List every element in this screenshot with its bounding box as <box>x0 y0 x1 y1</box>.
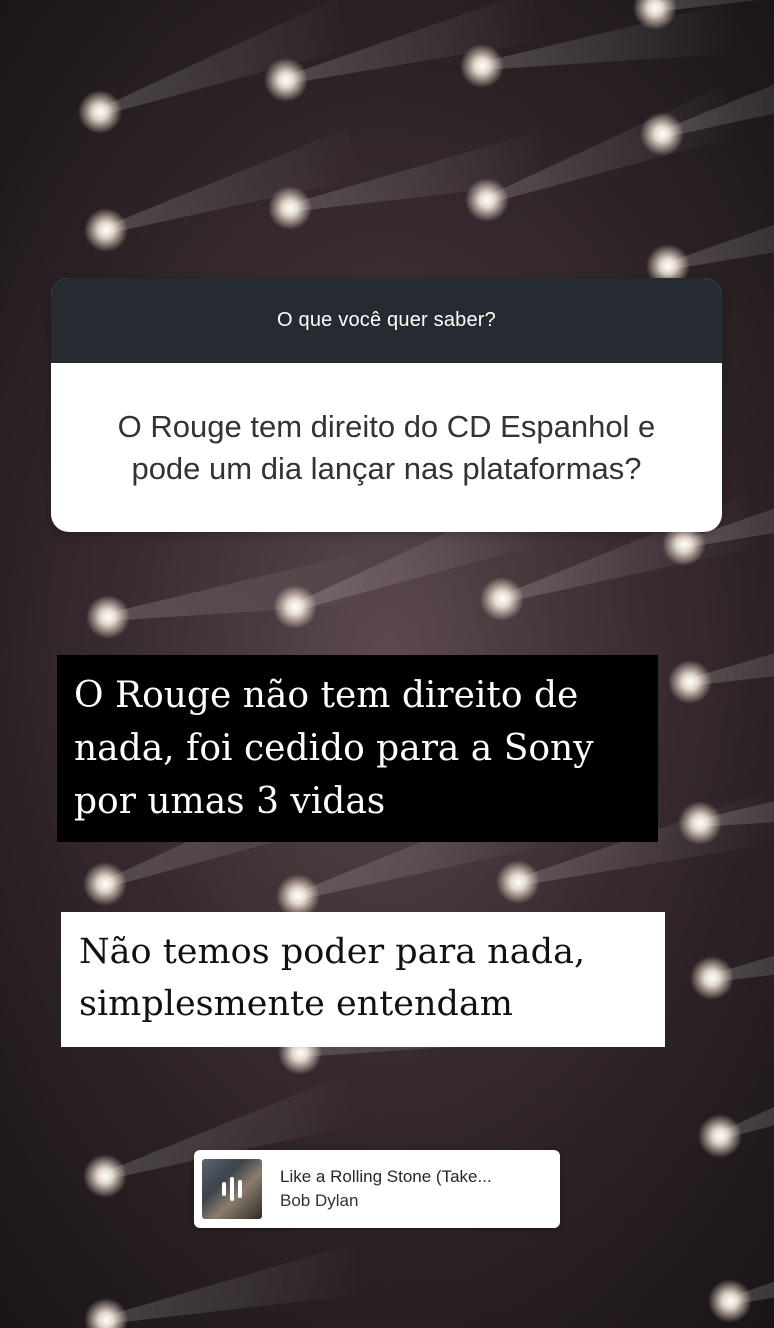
audio-wave-icon <box>222 1177 242 1201</box>
question-text: O Rouge tem direito do CD Espanhol e pod… <box>117 408 656 486</box>
question-sticker[interactable]: O que você quer saber? O Rouge tem direi… <box>51 278 722 532</box>
caption-line: O Rouge não tem direito de <box>74 675 579 716</box>
caption-line: simplesmente entendam <box>79 984 513 1024</box>
album-art <box>202 1159 262 1219</box>
music-sticker[interactable]: Like a Rolling Stone (Take... Bob Dylan <box>194 1150 560 1228</box>
song-title: Like a Rolling Stone (Take... <box>280 1167 492 1186</box>
song-artist: Bob Dylan <box>280 1191 359 1210</box>
caption-line: por umas 3 vidas <box>74 781 386 822</box>
caption-line: Não temos poder para nada, <box>79 932 586 972</box>
caption-line: nada, foi cedido para a Sony <box>74 728 594 769</box>
answer-caption-light: Não temos poder para nada, simplesmente … <box>61 912 665 1047</box>
question-prompt: O que você quer saber? <box>51 278 722 363</box>
answer-caption-dark: O Rouge não tem direito de nada, foi ced… <box>57 655 658 842</box>
